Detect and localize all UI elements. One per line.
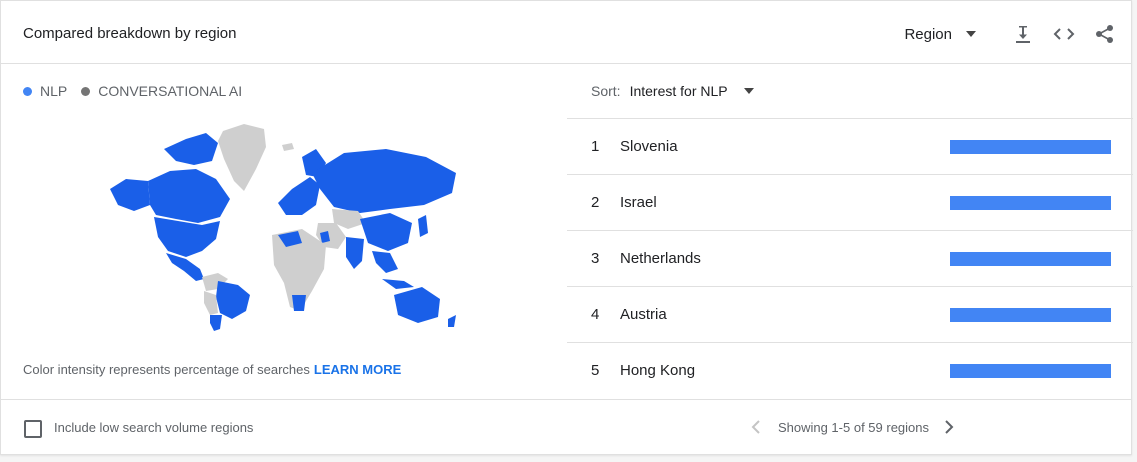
map-region: [312, 149, 456, 213]
interest-bar-track: [950, 196, 1111, 210]
legend-dot-icon: [81, 86, 91, 96]
map-region: [360, 213, 412, 251]
region-name: Israel: [620, 194, 657, 211]
map-region: [418, 215, 428, 237]
legend-item-nlp: NLP: [23, 83, 67, 99]
legend-label: CONVERSATIONAL AI: [98, 83, 243, 99]
map-region: [204, 291, 218, 315]
map-region: [372, 251, 398, 273]
interest-bar: [950, 140, 1111, 154]
interest-bar-track: [950, 364, 1111, 378]
map-region: [394, 287, 440, 323]
map-region: [448, 315, 456, 327]
region-dropdown-label: Region: [904, 25, 952, 43]
share-icon[interactable]: [1093, 22, 1117, 46]
table-row[interactable]: 5 Hong Kong: [567, 343, 1133, 398]
header-toolbar: Region: [904, 19, 1117, 49]
region-rank: 2: [591, 194, 600, 211]
region-rank: 5: [591, 362, 600, 379]
map-region: [282, 143, 294, 151]
region-rank: 3: [591, 250, 600, 267]
download-icon[interactable]: [1011, 22, 1035, 46]
sort-value: Interest for NLP: [629, 83, 728, 99]
map-region: [382, 279, 414, 289]
interest-bar: [950, 364, 1111, 378]
region-list: 1 Slovenia 2 Israel 3 Netherlands 4 Aust…: [567, 118, 1133, 398]
interest-bar-track: [950, 140, 1111, 154]
map-region: [292, 295, 306, 311]
learn-more-link[interactable]: LEARN MORE: [314, 362, 401, 377]
region-name: Netherlands: [620, 250, 701, 267]
map-region: [218, 124, 266, 191]
note-text: Color intensity represents percentage of…: [23, 362, 310, 377]
table-row[interactable]: 2 Israel: [567, 175, 1133, 231]
region-name: Slovenia: [620, 138, 678, 155]
map-region: [148, 169, 230, 223]
caret-down-icon: [966, 31, 976, 37]
legend-item-conversational-ai: CONVERSATIONAL AI: [81, 83, 242, 99]
sort-label: Sort:: [591, 83, 621, 99]
world-map[interactable]: [106, 119, 468, 331]
low-volume-checkbox-label: Include low search volume regions: [54, 420, 254, 435]
map-region: [110, 179, 150, 211]
map-region: [154, 217, 220, 257]
region-list-panel: Sort: Interest for NLP 1 Slovenia 2 Isra…: [567, 63, 1133, 399]
table-row[interactable]: 4 Austria: [567, 287, 1133, 343]
map-region: [164, 133, 218, 165]
legend: NLP CONVERSATIONAL AI: [23, 83, 256, 99]
embed-code-icon[interactable]: [1052, 22, 1076, 46]
table-row[interactable]: 1 Slovenia: [567, 119, 1133, 175]
map-panel: NLP CONVERSATIONAL AI Color intensity re…: [1, 63, 567, 399]
map-region: [216, 281, 250, 319]
interest-bar: [950, 308, 1111, 322]
interest-bar: [950, 196, 1111, 210]
region-rank: 1: [591, 138, 600, 155]
table-row[interactable]: 3 Netherlands: [567, 231, 1133, 287]
map-region: [166, 253, 204, 281]
color-intensity-note: Color intensity represents percentage of…: [23, 362, 401, 377]
region-breakdown-card: Compared breakdown by region Region NLP: [0, 0, 1133, 456]
region-name: Austria: [620, 306, 667, 323]
map-region: [278, 177, 320, 215]
sort-dropdown[interactable]: Sort: Interest for NLP: [591, 83, 754, 99]
pagination: Showing 1-5 of 59 regions: [746, 417, 959, 437]
interest-bar: [950, 252, 1111, 266]
card-footer: Include low search volume regions Showin…: [1, 399, 1131, 456]
map-region: [210, 315, 222, 331]
map-region: [346, 237, 364, 269]
region-name: Hong Kong: [620, 362, 696, 379]
legend-dot-icon: [23, 86, 32, 96]
low-volume-checkbox[interactable]: [24, 420, 42, 438]
previous-page-icon[interactable]: [746, 417, 766, 437]
interest-bar-track: [950, 308, 1111, 322]
card-title: Compared breakdown by region: [23, 25, 237, 42]
caret-down-icon: [743, 88, 754, 94]
legend-label: NLP: [40, 83, 68, 99]
next-page-icon[interactable]: [939, 417, 959, 437]
pagination-text: Showing 1-5 of 59 regions: [777, 419, 929, 435]
region-dropdown[interactable]: Region: [904, 26, 976, 43]
region-rank: 4: [591, 306, 600, 323]
interest-bar-track: [950, 252, 1111, 266]
card-header: Compared breakdown by region Region: [1, 1, 1131, 64]
